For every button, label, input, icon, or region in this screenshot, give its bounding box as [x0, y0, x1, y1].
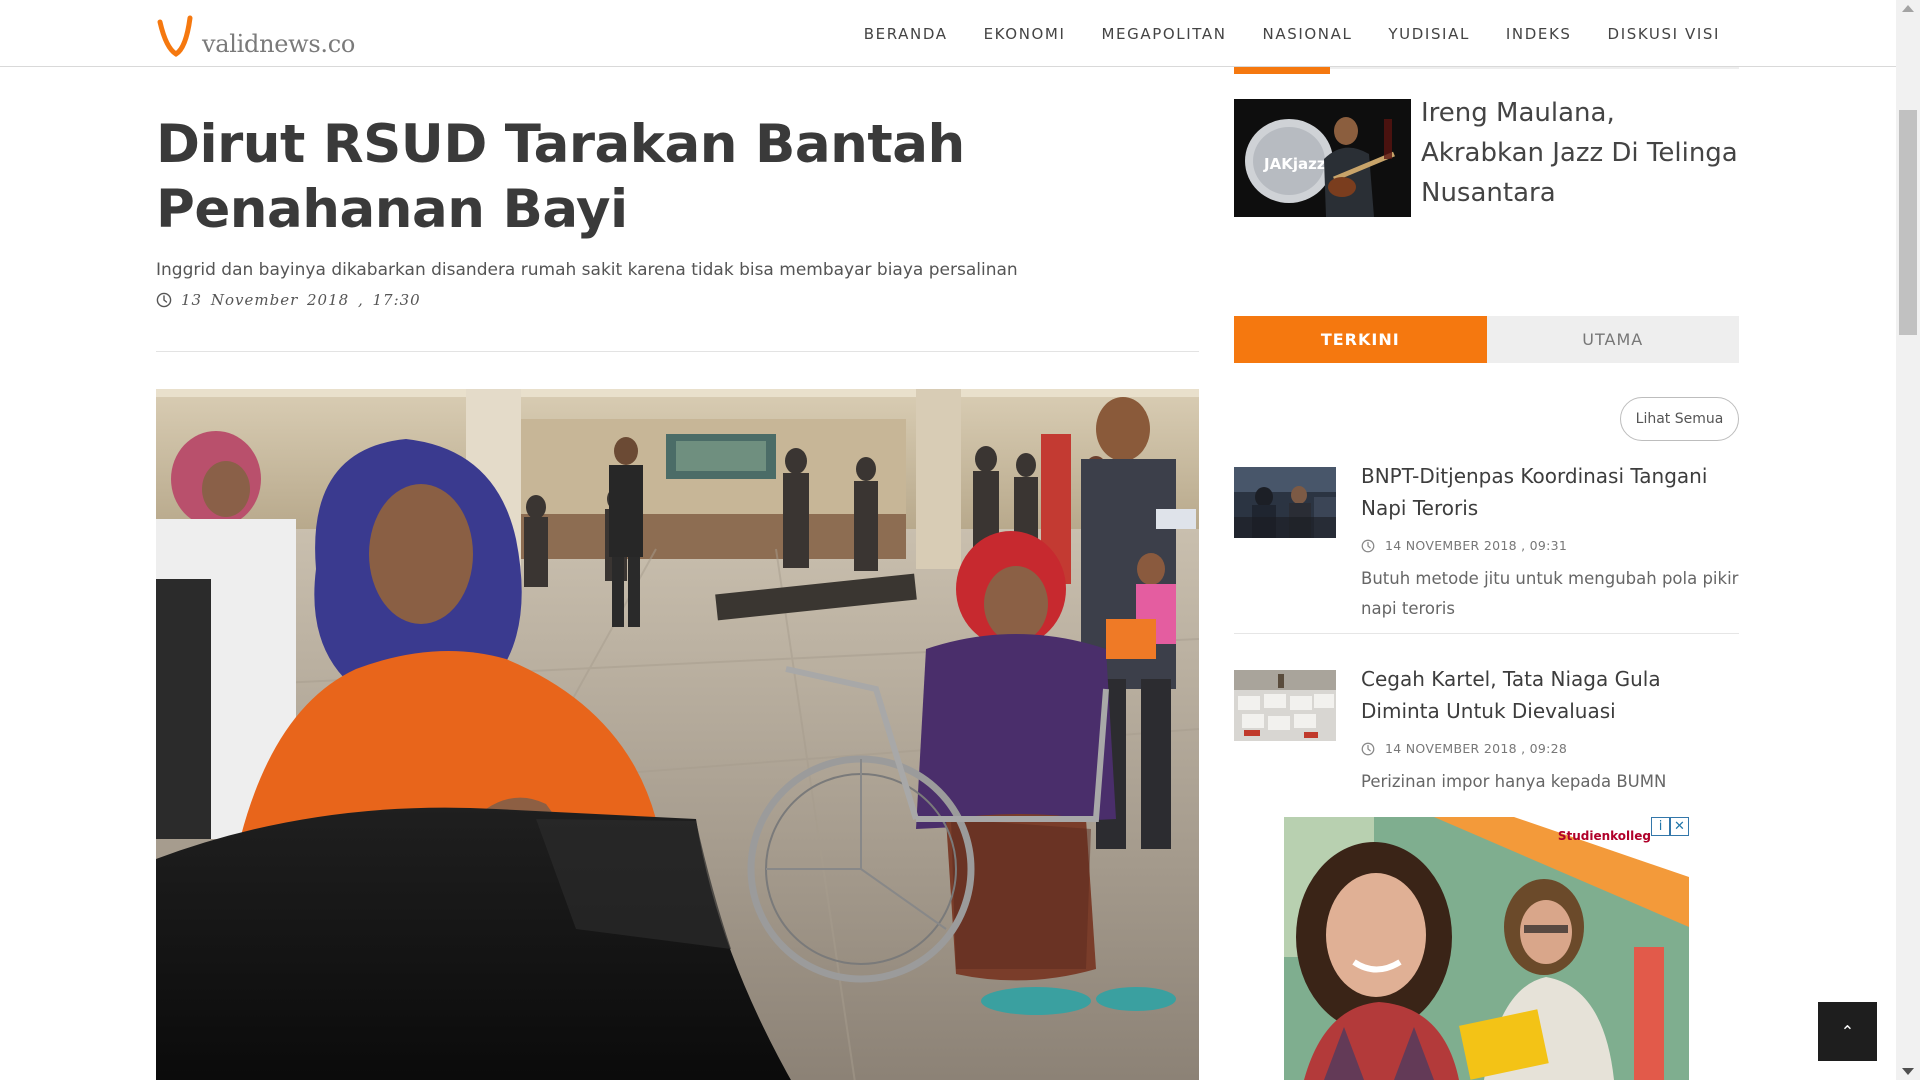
sidebar-accent: [1234, 67, 1330, 74]
nav-item-diskusi-visi[interactable]: DISKUSI VISI: [1608, 25, 1720, 43]
article-hero-image: [156, 389, 1199, 1080]
tab-terkini[interactable]: TERKINI: [1234, 316, 1487, 363]
news-desc: Butuh metode jitu untuk mengubah pola pi…: [1361, 569, 1739, 618]
sidebar-top-bar: [1234, 67, 1739, 74]
divider: [1234, 633, 1739, 634]
main-nav: BERANDA EKONOMI MEGAPOLITAN NASIONAL YUD…: [828, 0, 1720, 67]
article-date: 13 November 2018 , 17:30: [181, 291, 421, 309]
page-scrollbar[interactable]: [1896, 0, 1920, 1080]
clock-icon: [1361, 742, 1375, 755]
ad-image: [1284, 817, 1689, 1080]
see-all-button[interactable]: Lihat Semua: [1620, 397, 1739, 441]
news-thumbnail[interactable]: [1234, 467, 1336, 538]
logo-v-icon: [157, 15, 193, 57]
news-time-text: 14 NOVEMBER 2018 , 09:28: [1385, 741, 1568, 756]
news-thumbnail[interactable]: [1234, 670, 1336, 741]
site-header: validnews.co BERANDA EKONOMI MEGAPOLITAN…: [0, 0, 1896, 67]
news-time: 14 NOVEMBER 2018 , 09:31: [1361, 538, 1567, 553]
ad-brand: Studienkolleg: [1557, 829, 1651, 843]
divider: [156, 351, 1199, 352]
hospital-lobby-photo: [156, 389, 1199, 1080]
chevron-up-icon: ⌃: [1840, 1022, 1855, 1041]
ad-info-icon[interactable]: i: [1651, 817, 1670, 836]
scroll-down-arrow-icon[interactable]: [1902, 1068, 1914, 1075]
nav-item-nasional[interactable]: NASIONAL: [1263, 25, 1353, 43]
news-title[interactable]: BNPT-Ditjenpas Koordinasi Tangani Napi T…: [1361, 460, 1739, 524]
news-desc: Perizinan impor hanya kepada BUMN: [1361, 772, 1667, 791]
article-title: Dirut RSUD Tarakan Bantah Penahanan Bayi: [156, 114, 965, 240]
news-time: 14 NOVEMBER 2018 , 09:28: [1361, 741, 1567, 756]
article-meta: 13 November 2018 , 17:30: [156, 291, 421, 309]
nav-item-beranda[interactable]: BERANDA: [864, 25, 948, 43]
news-title[interactable]: Cegah Kartel, Tata Niaga Gula Diminta Un…: [1361, 663, 1739, 727]
nav-item-ekonomi[interactable]: EKONOMI: [984, 25, 1066, 43]
news-photo: [1234, 670, 1336, 741]
advertisement[interactable]: Studienkolleg i ✕: [1284, 817, 1689, 1080]
jazz-performer-photo: JAKjazz: [1234, 99, 1411, 217]
tab-utama[interactable]: UTAMA: [1486, 316, 1739, 363]
clock-icon: [1361, 539, 1375, 552]
featured-title[interactable]: Ireng Maulana, Akrabkan Jazz Di Telinga …: [1421, 93, 1741, 213]
news-photo: [1234, 467, 1336, 538]
back-to-top-button[interactable]: ⌃: [1818, 1002, 1877, 1061]
jazz-badge-text: JAKjazz: [1263, 155, 1326, 173]
article-subtitle: Inggrid dan bayinya dikabarkan disandera…: [156, 260, 1018, 280]
nav-item-yudisial[interactable]: YUDISIAL: [1388, 25, 1469, 43]
close-icon[interactable]: ✕: [1670, 817, 1689, 836]
featured-thumbnail[interactable]: JAKjazz: [1234, 99, 1411, 217]
clock-icon: [156, 292, 172, 308]
nav-item-megapolitan[interactable]: MEGAPOLITAN: [1102, 25, 1227, 43]
news-time-text: 14 NOVEMBER 2018 , 09:31: [1385, 538, 1568, 553]
ad-controls: i ✕: [1651, 817, 1689, 836]
nav-item-indeks[interactable]: INDEKS: [1506, 25, 1572, 43]
scroll-up-arrow-icon[interactable]: [1902, 5, 1914, 12]
logo-text: validnews.co: [202, 30, 356, 58]
news-tabs: TERKINI UTAMA: [1234, 316, 1739, 363]
site-logo[interactable]: validnews.co: [156, 12, 355, 58]
scroll-thumb[interactable]: [1899, 110, 1917, 335]
